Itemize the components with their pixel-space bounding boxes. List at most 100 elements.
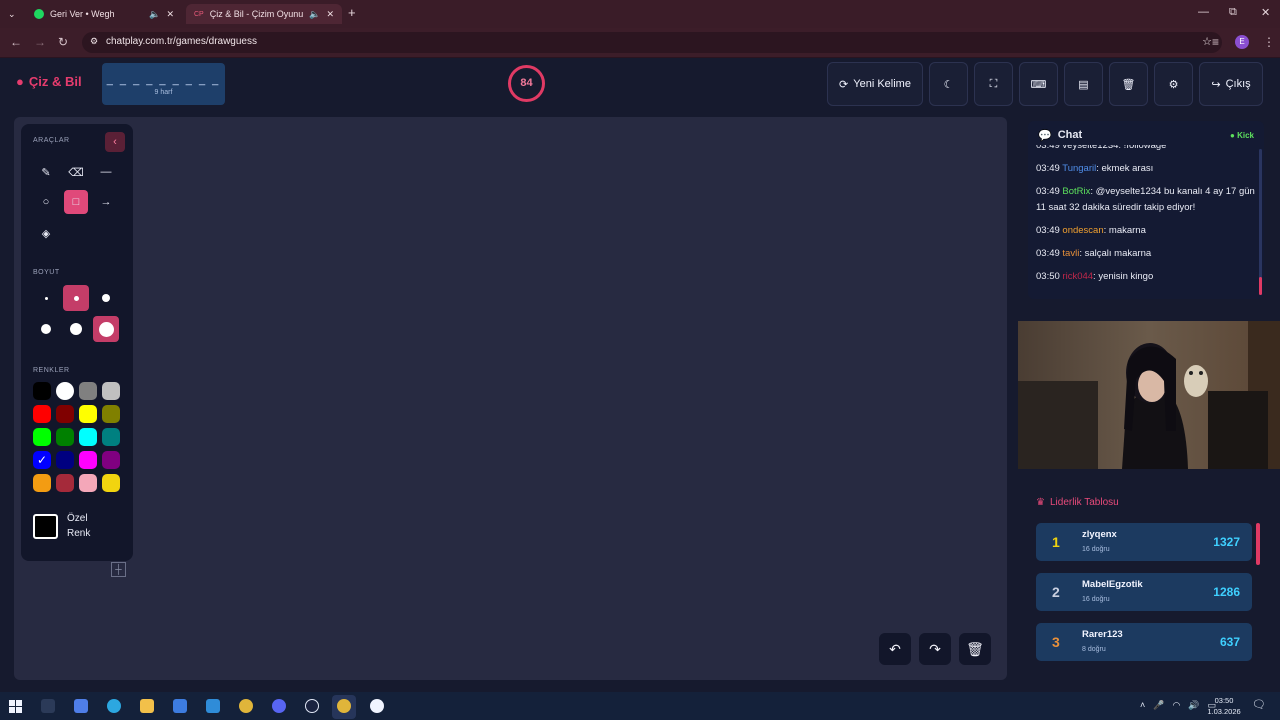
clock[interactable]: 03:50 1.03.2026 [1204,695,1244,717]
maximize-icon[interactable]: ⧉ [1229,6,1237,19]
message-user[interactable]: ondescan [1062,225,1103,236]
comments-icon: 💬 [1038,130,1052,142]
close-tab-icon[interactable]: ✕ [326,9,334,20]
file-explorer-icon[interactable] [140,699,154,713]
chevron-up-icon[interactable]: ˄ [1140,700,1145,711]
leaderboard-title: Liderlik Tablosu [1049,497,1119,508]
message-user[interactable]: BotRix [1062,186,1090,197]
clear-canvas-button[interactable]: 🗑 [959,633,991,665]
task-view-icon[interactable] [41,699,55,713]
discord-icon[interactable] [272,699,286,713]
moon-icon: ☾ [943,78,954,91]
volume-icon[interactable]: 🔊 [1188,700,1199,711]
close-tab-icon[interactable]: ✕ [166,9,174,20]
copilot-icon[interactable] [74,699,88,713]
trash-button[interactable]: 🗑 [1109,62,1148,106]
size-title: BOYUT [33,269,60,276]
color-swatch[interactable] [56,382,74,400]
leaderboard-scrollbar[interactable] [1256,523,1260,565]
message-user[interactable]: tavli [1062,248,1079,259]
size-option-3[interactable] [93,285,119,311]
color-swatch[interactable] [102,382,120,400]
color-swatch[interactable] [102,405,120,423]
arrow-tool[interactable]: → [94,190,118,214]
color-swatch[interactable] [56,474,74,492]
window-close-icon[interactable]: ✕ [1261,6,1270,19]
chat-scrollbar[interactable] [1259,149,1262,295]
fullscreen-button[interactable]: ⛶ [974,62,1013,106]
back-icon[interactable]: ← [10,35,22,49]
color-swatch[interactable] [33,405,51,423]
profile-avatar[interactable]: E [1235,35,1249,49]
url-field[interactable]: ⚙ chatplay.com.tr/games/drawguess ☆ [82,32,1222,53]
archive-button[interactable]: ▤ [1064,62,1103,106]
reading-list-icon[interactable]: ≡ [1212,35,1219,49]
color-swatch[interactable]: ✓ [33,451,51,469]
reload-icon[interactable]: ↻ [58,35,68,49]
microphone-icon[interactable]: 🎤 [1153,700,1164,711]
keyboard-button[interactable]: ⌨ [1019,62,1058,106]
color-swatch[interactable] [79,382,97,400]
edge-icon[interactable] [107,699,121,713]
message-user[interactable]: veyselte1234 [1062,145,1118,151]
start-button[interactable] [9,700,22,713]
message-user[interactable]: Tungaril [1062,163,1096,174]
minimize-icon[interactable]: — [1198,6,1209,18]
fill-bucket-tool[interactable]: ◈ [34,221,58,245]
custom-color-preview [33,513,58,539]
drawing-canvas[interactable] [14,117,1007,680]
chrome-profile-icon[interactable] [337,699,351,713]
browser-menu-icon[interactable]: ⋮ [1263,35,1275,49]
color-swatch[interactable] [33,474,51,492]
exit-button[interactable]: ↪ Çıkış [1199,62,1263,106]
tab-geri-ver[interactable]: Geri Ver • Wegh 🔈 ✕ [26,4,182,24]
color-swatch[interactable] [79,474,97,492]
brush-tool[interactable]: ✎ [34,160,58,184]
circle-tool[interactable]: ○ [34,190,58,214]
size-option-2[interactable] [63,285,89,311]
obs-icon[interactable] [370,699,384,713]
undo-button[interactable]: ↶ [879,633,911,665]
color-swatch[interactable] [79,428,97,446]
eraser-tool[interactable]: ⌫ [64,160,88,184]
collapse-panel-button[interactable]: ‹ [105,132,125,152]
wifi-icon[interactable]: ◠ [1172,700,1180,711]
color-swatch[interactable] [79,405,97,423]
tab-list-button[interactable]: ⌄ [4,4,22,24]
message-user[interactable]: rick044 [1062,271,1093,282]
color-swatch[interactable] [102,428,120,446]
chrome-icon[interactable] [239,699,253,713]
color-swatch[interactable] [102,474,120,492]
forward-icon[interactable]: → [34,35,46,49]
bookmark-star-icon[interactable]: ☆ [1202,35,1212,48]
resize-handle-icon[interactable]: ┼ [111,562,126,577]
new-word-button[interactable]: ⟳ Yeni Kelime [827,62,923,106]
app-logo[interactable]: ● Çiz & Bil [16,74,82,89]
redo-button[interactable]: ↷ [919,633,951,665]
color-swatch[interactable] [79,451,97,469]
tab-ciz-bil[interactable]: CP Çiz & Bil - Çizim Oyunu 🔈 ✕ [186,4,342,24]
color-swatch[interactable] [102,451,120,469]
color-swatch[interactable] [33,428,51,446]
notification-icon[interactable]: 🗨 [1252,698,1266,711]
size-option-6[interactable] [93,316,119,342]
store-icon[interactable] [173,699,187,713]
size-option-5[interactable] [63,316,89,342]
color-swatch[interactable] [33,382,51,400]
size-option-1[interactable] [33,285,59,311]
chat-message: 03:49 tavli: salçalı makarna [1036,246,1258,262]
new-tab-button[interactable]: + [348,5,356,20]
rectangle-tool[interactable]: □ [64,190,88,214]
custom-color-button[interactable]: Özel Renk [33,505,121,547]
settings-button[interactable]: ⚙ [1154,62,1193,106]
dark-mode-button[interactable]: ☾ [929,62,968,106]
mail-icon[interactable] [206,699,220,713]
site-info-icon[interactable]: ⚙ [90,36,98,47]
steam-icon[interactable] [305,699,319,713]
size-option-4[interactable] [33,316,59,342]
speaker-icon: 🔈 [309,8,321,19]
color-swatch[interactable] [56,428,74,446]
color-swatch[interactable] [56,405,74,423]
color-swatch[interactable] [56,451,74,469]
line-tool[interactable]: — [94,160,118,184]
